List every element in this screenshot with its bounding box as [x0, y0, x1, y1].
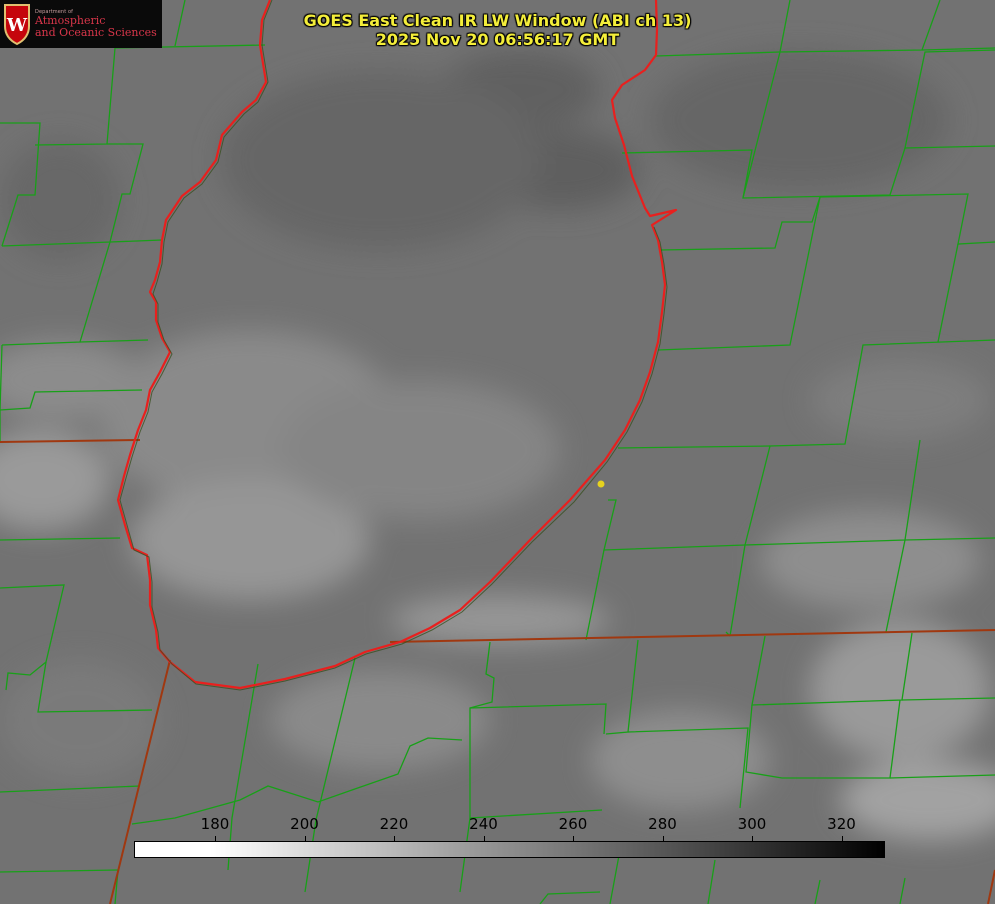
location-marker[interactable] [597, 480, 605, 488]
title-line1: GOES East Clean IR LW Window (ABI ch 13) [303, 11, 692, 30]
title-line2: 2025 Nov 20 06:56:17 GMT [375, 30, 620, 49]
colorbar [134, 841, 885, 858]
satellite-map-view[interactable] [0, 0, 995, 904]
map-canvas [0, 0, 995, 904]
image-title: GOES East Clean IR LW Window (ABI ch 13)… [0, 11, 995, 49]
